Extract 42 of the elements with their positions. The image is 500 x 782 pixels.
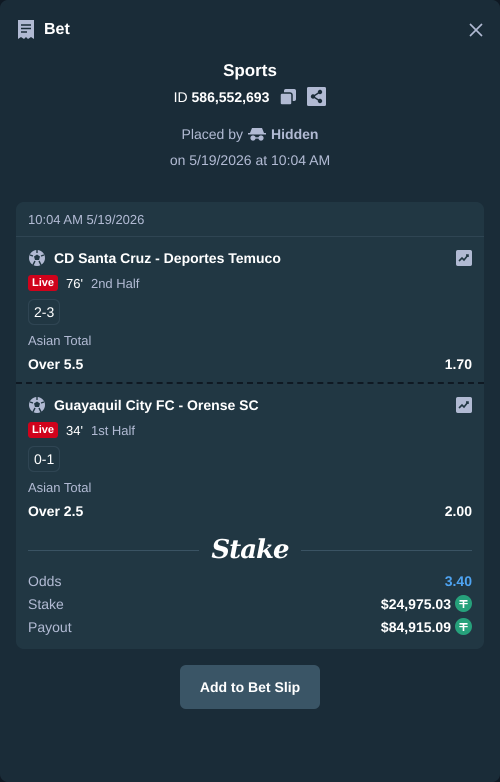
market-name: Asian Total [28, 333, 92, 348]
tether-coin-icon [455, 618, 472, 635]
leg-odds: 1.70 [444, 356, 472, 372]
brand-logo: Stake [211, 535, 289, 565]
match-period: 1st Half [90, 422, 136, 438]
dialog-title: Bet [44, 21, 71, 39]
match-minute: 76' [66, 276, 83, 290]
match-minute: 34' [66, 422, 83, 438]
total-label: Odds [28, 573, 62, 589]
live-badge: Live [28, 422, 58, 438]
total-value: 3.40 [444, 573, 472, 589]
soccer-ball-icon [28, 396, 46, 414]
outcome-name: Over 5.5 [28, 356, 84, 372]
sport-title: Sports [223, 61, 277, 81]
soccer-ball-icon [28, 249, 46, 267]
placed-by-label: Placed by [182, 126, 244, 142]
leg-odds: 2.00 [444, 503, 472, 519]
chart-icon[interactable] [456, 250, 472, 266]
match-score: 2-3 [28, 299, 60, 325]
total-label: Stake [28, 596, 65, 612]
match-name: Guayaquil City FC - Orense SC [54, 397, 260, 413]
total-label: Payout [28, 618, 73, 634]
copy-icon[interactable] [279, 88, 298, 106]
live-badge: Live [28, 275, 58, 291]
tether-coin-icon [455, 595, 472, 612]
incognito-icon [248, 127, 266, 141]
add-to-bet-slip-button[interactable]: Add to Bet Slip [180, 665, 320, 709]
placed-date: on 5/19/2026 at 10:04 AM [170, 152, 330, 168]
placed-by-user: Hidden [271, 126, 318, 142]
receipt-icon [16, 19, 36, 41]
close-button[interactable] [468, 22, 484, 38]
share-icon[interactable] [307, 87, 326, 106]
bet-id: ID 586,552,693 [174, 88, 270, 104]
match-period: 2nd Half [90, 276, 140, 290]
market-name: Asian Total [28, 480, 92, 495]
total-value: $24,975.03 [380, 596, 451, 612]
chart-icon[interactable] [456, 397, 472, 413]
match-name: CD Santa Cruz - Deportes Temuco [54, 250, 282, 266]
total-value: $84,915.09 [380, 618, 451, 634]
match-score: 0-1 [28, 446, 60, 472]
outcome-name: Over 2.5 [28, 503, 84, 519]
bet-timestamp: 10:04 AM 5/19/2026 [16, 202, 484, 237]
